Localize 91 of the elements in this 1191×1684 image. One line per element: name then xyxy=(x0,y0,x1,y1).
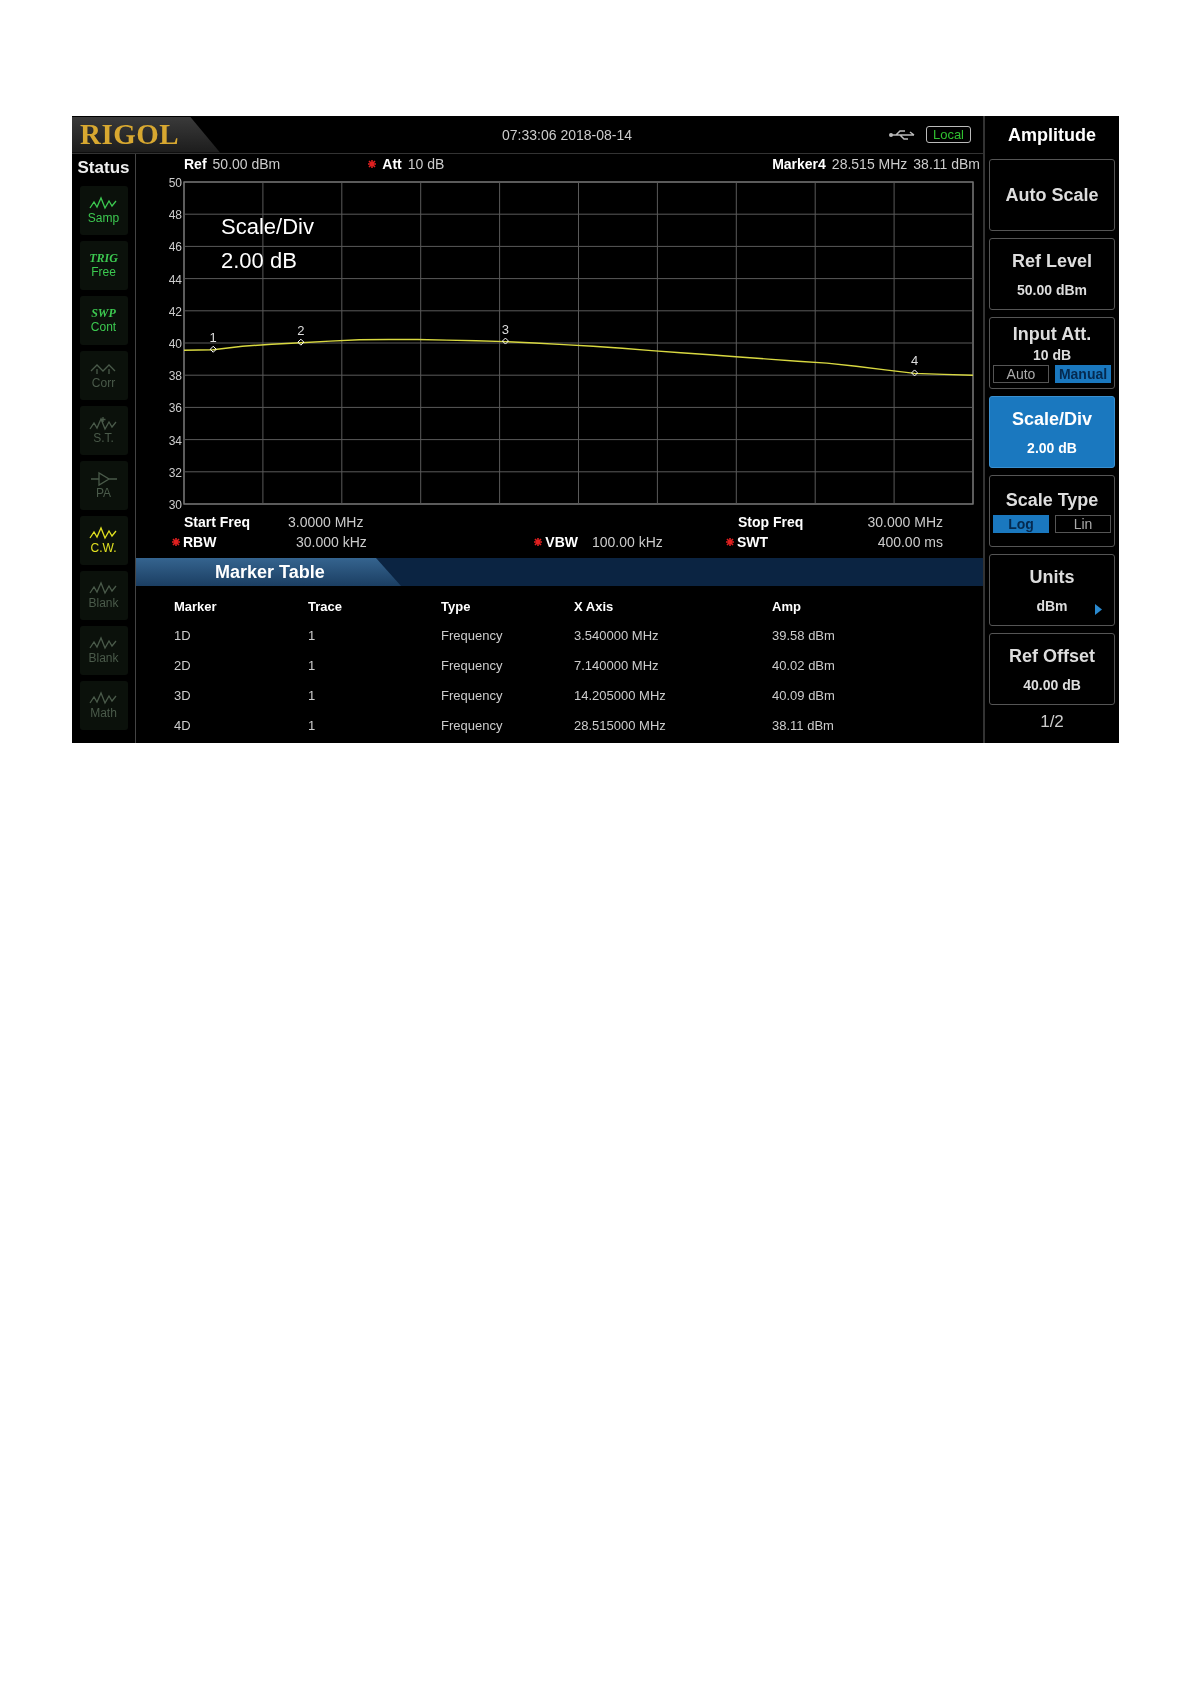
wave-icon xyxy=(88,525,119,542)
table-cell-text: 1 xyxy=(307,686,317,705)
table-cell-text: 1 xyxy=(307,626,317,645)
table-cell-text: 1 xyxy=(307,656,317,675)
ref-value: 50.00 dBm xyxy=(212,156,281,172)
column-header: Marker xyxy=(173,597,218,616)
table-cell-text: 2D xyxy=(173,656,192,675)
softkey-button[interactable]: Ref Offset 40.00 dB xyxy=(989,633,1115,705)
table-cell-text: Frequency xyxy=(440,656,504,675)
status-item[interactable]: Samp xyxy=(79,186,128,235)
start-freq-value: 3.0000 MHz xyxy=(288,514,365,530)
y-tick-label: 30 xyxy=(168,498,182,512)
menu-title: Amplitude xyxy=(1008,123,1096,147)
table-cell-text: 1D xyxy=(173,626,192,645)
scale-title: Scale/Div xyxy=(221,214,314,240)
remote-badge: Local xyxy=(925,126,971,143)
marker-frequency: 28.515 MHz xyxy=(831,156,908,172)
stop-freq-value: 30.000 MHz xyxy=(866,514,943,530)
y-tick-label: 42 xyxy=(168,304,182,319)
wave-plus-icon xyxy=(88,415,119,432)
option-toggle[interactable]: Lin xyxy=(1055,514,1111,533)
y-tick-label: 44 xyxy=(168,272,182,287)
wave-icon xyxy=(88,635,119,652)
column-header: Type xyxy=(440,597,472,616)
option-toggle[interactable]: Auto xyxy=(993,364,1049,383)
y-tick-label: 40 xyxy=(168,337,182,351)
annotation: 3 xyxy=(501,321,510,337)
column-header: Amp xyxy=(771,597,802,616)
annotation: 4 xyxy=(910,353,919,369)
bandwidth-value: 100.00 kHz xyxy=(591,534,664,550)
table-cell-text: Frequency xyxy=(440,686,504,705)
column-header: Trace xyxy=(307,597,343,616)
ref-label: Ref xyxy=(184,156,207,172)
bandwidth-value: 400.00 ms xyxy=(876,534,943,550)
softkey-button[interactable]: Input Att. 10 dB Auto Manual xyxy=(989,317,1115,389)
bandwidth-label: SWT xyxy=(737,534,769,550)
table-cell-text: 39.58 dBm xyxy=(771,626,836,645)
status-title: Status xyxy=(77,158,130,178)
amplifier-icon xyxy=(88,470,119,487)
table-cell-text: 3.540000 MHz xyxy=(573,626,660,645)
start-freq-label: Start Freq xyxy=(184,514,252,530)
table-cell-text: 1 xyxy=(307,716,317,735)
stop-freq-label: Stop Freq xyxy=(738,514,805,530)
status-item[interactable]: SWP Cont xyxy=(79,296,128,345)
status-item[interactable]: C.W. xyxy=(79,516,128,565)
marker-point: 1 xyxy=(209,329,217,353)
bandwidth-label: RBW xyxy=(183,534,217,550)
y-tick-label: 32 xyxy=(168,465,182,480)
y-tick-label: 34 xyxy=(168,433,182,448)
y-tick-label: 38 xyxy=(168,369,182,384)
softkey-button[interactable]: Scale Type Log Lin xyxy=(989,475,1115,547)
table-cell-text: 40.02 dBm xyxy=(771,656,836,675)
annotation: 1 xyxy=(209,329,217,345)
table-cell-text: 28.515000 MHz xyxy=(573,716,667,735)
softkey-button[interactable]: Auto Scale xyxy=(989,159,1115,231)
datetime: 07:33:06 2018-08-14 xyxy=(502,126,632,143)
att-value: 10 dB xyxy=(407,156,445,172)
y-tick-label: 50 xyxy=(168,176,182,190)
wave-icon xyxy=(88,580,119,597)
marker-table-title: Marker Table xyxy=(136,558,401,586)
softkey-button[interactable]: Ref Level 50.00 dBm xyxy=(989,238,1115,310)
table-cell-text: Frequency xyxy=(440,626,504,645)
submenu-arrow-icon xyxy=(1095,604,1102,615)
table-cell-text: 38.11 dBm xyxy=(771,716,835,735)
marker-amplitude: 38.11 dBm xyxy=(913,156,980,172)
scale-value: 2.00 dB xyxy=(221,248,298,274)
marker-point: 3 xyxy=(501,321,510,345)
bandwidth-label: VBW xyxy=(545,534,578,550)
table-cell-text: 14.205000 MHz xyxy=(573,686,667,705)
wave-icon xyxy=(88,690,119,707)
att-label: Att xyxy=(382,156,402,172)
y-tick-label: 48 xyxy=(168,208,182,223)
bandwidth-value: 30.000 kHz xyxy=(295,534,368,550)
table-cell-text: 40.09 dBm xyxy=(771,686,836,705)
status-item[interactable]: TRIG Free xyxy=(79,241,128,290)
marker-point: 2 xyxy=(297,322,305,346)
logo: RIGOL xyxy=(80,118,180,151)
y-tick-label: 46 xyxy=(168,240,182,255)
marker-point: 4 xyxy=(910,353,919,377)
wave-icon xyxy=(88,195,119,212)
softkey-button[interactable]: Scale/Div 2.00 dB xyxy=(989,396,1115,468)
table-cell-text: Frequency xyxy=(440,716,504,735)
y-tick-label: 36 xyxy=(168,401,182,416)
marker-label: Marker4 xyxy=(772,156,826,172)
column-header: X Axis xyxy=(573,597,615,616)
annotation: 2 xyxy=(297,322,305,338)
softkey-button[interactable]: Units dBm xyxy=(989,554,1115,626)
page-indicator: 1/2 xyxy=(1040,712,1064,732)
table-cell-text: 7.140000 MHz xyxy=(573,656,660,675)
table-cell-text: 4D xyxy=(173,716,192,735)
table-cell-text: 3D xyxy=(173,686,192,705)
